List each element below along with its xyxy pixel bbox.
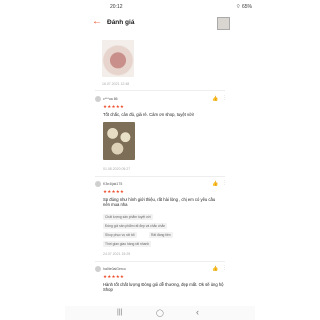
- recent-apps-button[interactable]: |||: [117, 309, 122, 316]
- review-username: ha0ie0aiGerco: [103, 267, 126, 271]
- review-photo[interactable]: [102, 40, 134, 77]
- more-options-icon[interactable]: ⋮: [222, 265, 227, 271]
- thumbs-up-icon[interactable]: 👍: [212, 96, 218, 102]
- review-comment: Hành tốt chất lượng Đóng gói dễ thương, …: [103, 282, 224, 293]
- thumbs-up-icon[interactable]: 👍: [212, 181, 218, 187]
- review-date: 16.07.2021 12:48: [102, 82, 130, 86]
- rating-stars: ★★★★★: [103, 189, 125, 194]
- review-tag: Rất đáng tiền: [149, 232, 173, 238]
- review-tag: Shop phục vụ rất tốt: [103, 232, 137, 238]
- review-username: c***ua 86: [103, 97, 118, 101]
- battery-level: 65%: [241, 4, 252, 10]
- review-comment: Sp đúng như hình giới thiệu, rất hài lòn…: [103, 197, 216, 208]
- wifi-icon: ⌔: [235, 4, 241, 10]
- thumbs-up-icon[interactable]: 👍: [212, 266, 218, 272]
- review-username: K3n4ijak175: [103, 182, 123, 186]
- avatar: [95, 266, 101, 272]
- rating-stars: ★★★★★: [103, 274, 125, 279]
- review-comment: Tốt chắc, cân đủ, giá rẻ. Cảm ơn shop, t…: [103, 112, 194, 117]
- divider: [95, 176, 225, 177]
- system-back-button[interactable]: ‹: [196, 307, 199, 317]
- divider: [95, 90, 225, 91]
- avatar: [95, 96, 101, 102]
- page-title: Đánh giá: [107, 19, 135, 26]
- rating-stars: ★★★★★: [103, 104, 125, 109]
- review-tag: Chất lượng sản phẩm tuyệt vời: [103, 214, 153, 220]
- product-thumbnail[interactable]: [217, 17, 230, 30]
- review-tag: Thời gian giao hàng rất nhanh: [103, 241, 152, 247]
- avatar: [95, 181, 101, 187]
- back-arrow-icon[interactable]: ←: [92, 17, 102, 27]
- home-button[interactable]: ◯: [156, 309, 164, 317]
- screen: 20:12 ⌔ 65% ← Đánh giá 16.07.2021 12:48 …: [65, 0, 255, 320]
- review-date: 01.08.2020 05:27: [103, 167, 131, 171]
- more-options-icon[interactable]: ⋮: [222, 180, 227, 186]
- divider: [95, 261, 225, 262]
- review-date: 24.07.2021 15:25: [103, 252, 131, 256]
- more-options-icon[interactable]: ⋮: [222, 95, 227, 101]
- status-time: 20:12: [110, 4, 123, 10]
- system-nav-bar: ||| ◯ ‹: [65, 306, 255, 320]
- status-icons: ⌔ 65%: [236, 4, 252, 10]
- status-bar: 20:12 ⌔ 65%: [65, 0, 255, 12]
- review-photo[interactable]: [103, 122, 135, 160]
- app-bar: ← Đánh giá: [65, 12, 255, 34]
- review-tag: Đóng gói sản phẩm rất đẹp và chắc chắn: [103, 223, 168, 229]
